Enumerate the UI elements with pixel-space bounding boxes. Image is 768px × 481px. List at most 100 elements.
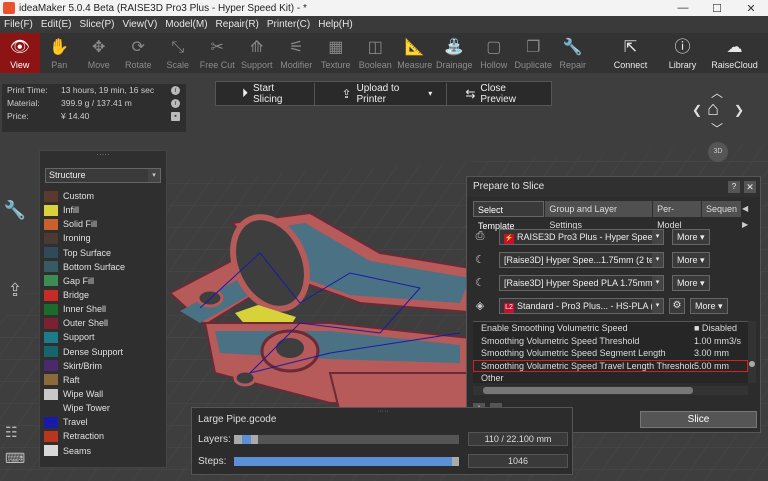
legend-item[interactable]: Ironing (40, 231, 166, 245)
legend-item[interactable]: Dense Support (40, 345, 166, 359)
legend-item[interactable]: Retraction (40, 429, 166, 443)
horizontal-scrollbar[interactable] (473, 386, 748, 395)
arrow-left-icon[interactable]: ❮ (692, 103, 702, 117)
menu-repair[interactable]: Repair(R) (212, 19, 263, 30)
tool-connect[interactable]: ⇱ Connect (605, 33, 657, 73)
legend-item[interactable]: Bottom Surface (40, 260, 166, 274)
layers-slider-start-handle[interactable] (234, 435, 242, 444)
filament1-select[interactable]: [Raise3D] Hyper Spee...1.75mm (2 templat… (499, 251, 664, 268)
setting-value[interactable]: 1.00 mm3/s (694, 335, 741, 348)
legend-item[interactable]: Top Surface (40, 246, 166, 260)
help-button[interactable]: ? (728, 181, 740, 193)
menu-edit[interactable]: Edit(E) (37, 19, 76, 30)
tool-raisecloud[interactable]: ☁ RaiseCloud (709, 33, 761, 73)
setting-row[interactable]: Smoothing Volumetric Speed Threshold 1.00… (473, 335, 748, 348)
menu-model[interactable]: Model(M) (161, 19, 211, 30)
tool-repair[interactable]: 🔧 Repair (553, 33, 593, 73)
legend-item[interactable]: Support (40, 330, 166, 344)
steps-value[interactable]: 1046 (468, 454, 568, 468)
minimize-button[interactable]: — (666, 2, 700, 14)
tab-sequence[interactable]: Sequen (701, 201, 742, 217)
tool-view[interactable]: 👁 View (0, 33, 40, 73)
layers-slider-end-handle[interactable] (251, 435, 258, 444)
checklist-icon[interactable]: ☷ (5, 424, 18, 441)
template-select[interactable]: L2Standard - Pro3 Plus... - HS-PLA (not … (499, 297, 664, 314)
legend-item[interactable]: Raft (40, 373, 166, 387)
menu-slice[interactable]: Slice(P) (75, 19, 118, 30)
tool-move[interactable]: ✥ Move (79, 33, 119, 73)
scrollbar-thumb[interactable] (483, 387, 693, 394)
info-icon[interactable]: i (171, 86, 180, 95)
legend-item[interactable]: Skirt/Brim (40, 359, 166, 373)
legend-item[interactable]: Bridge (40, 288, 166, 302)
maximize-button[interactable]: ☐ (700, 2, 734, 15)
tool-boolean[interactable]: ◫ Boolean (356, 33, 396, 73)
legend-item[interactable]: Inner Shell (40, 302, 166, 316)
tool-support[interactable]: ⟰ Support (237, 33, 277, 73)
tool-drainage[interactable]: ⛲ Drainage (435, 33, 475, 73)
legend-item[interactable]: Infill (40, 203, 166, 217)
layers-slider[interactable] (234, 435, 459, 444)
tool-hollow[interactable]: ▢ Hollow (474, 33, 514, 73)
tool-library[interactable]: ⓘ Library (657, 33, 709, 73)
scrollbar-thumb[interactable] (749, 361, 755, 367)
tool-scale[interactable]: ⤡ Scale (158, 33, 198, 73)
settings-scrollbar[interactable] (748, 321, 756, 383)
legend-item[interactable]: Solid Fill (40, 217, 166, 231)
tool-measure[interactable]: 📐 Measure (395, 33, 435, 73)
printer-more-button[interactable]: More ▾ (672, 228, 710, 245)
close-window-button[interactable]: ✕ (734, 2, 768, 15)
start-slicing-button[interactable]: ⏵ Start Slicing (216, 83, 314, 105)
tool-texture[interactable]: ▦ Texture (316, 33, 356, 73)
menu-view[interactable]: View(V) (118, 19, 161, 30)
share-icon[interactable]: ⇪ (0, 280, 30, 360)
menu-file[interactable]: File(F) (0, 19, 37, 30)
close-preview-button[interactable]: ⇆ Close Preview (446, 82, 551, 105)
filament2-select[interactable]: [Raise3D] Hyper Speed PLA 1.75mm ▾ (499, 274, 664, 291)
save-icon[interactable]: ▪ (171, 112, 180, 121)
slice-button[interactable]: Slice (640, 411, 757, 428)
drag-handle[interactable]: ····· (377, 408, 389, 415)
filament1-more-button[interactable]: More ▾ (672, 251, 710, 268)
home-icon[interactable]: ⌂ (707, 98, 719, 121)
arrow-down-icon[interactable]: ﹀ (711, 120, 723, 137)
setting-value[interactable]: 5.00 mm (694, 360, 729, 373)
legend-item[interactable]: Wipe Tower (40, 401, 166, 415)
wrench-icon[interactable]: 🔧 (0, 200, 30, 280)
tool-rotate[interactable]: ⟳ Rotate (119, 33, 159, 73)
upload-to-printer-button[interactable]: ⇪ Upload to Printer ▾ (314, 82, 446, 105)
layers-value[interactable]: 110 / 22.100 mm (468, 432, 568, 446)
menu-help[interactable]: Help(H) (314, 19, 356, 30)
gear-icon[interactable]: ⚙ (669, 297, 685, 314)
info-icon[interactable]: i (171, 99, 180, 108)
steps-slider[interactable] (234, 457, 459, 466)
drag-handle[interactable]: ····· (40, 151, 166, 161)
setting-row[interactable]: Smoothing Volumetric Speed Travel Length… (473, 359, 748, 373)
legend-item[interactable]: Outer Shell (40, 316, 166, 330)
tab-scroll-arrows[interactable]: ◀ ▶ (742, 201, 756, 229)
tab-group-layer-settings[interactable]: Group and Layer Settings (545, 201, 653, 230)
setting-value[interactable]: ■ Disabled (694, 322, 737, 335)
tool-pan[interactable]: ✋ Pan (40, 33, 80, 73)
legend-type-select[interactable]: Structure ▾ (45, 168, 161, 183)
tab-select-template[interactable]: Select Template (473, 201, 545, 231)
filament2-more-button[interactable]: More ▾ (672, 274, 710, 291)
legend-item[interactable]: Seams (40, 444, 166, 458)
setting-row[interactable]: Other (473, 372, 748, 383)
printer-select[interactable]: ⚡ RAISE3D Pro3 Plus - Hyper Speed Kit ▾ (499, 228, 664, 245)
arrow-right-icon[interactable]: ❯ (734, 103, 744, 117)
setting-row[interactable]: Enable Smoothing Volumetric Speed ■ Disab… (473, 322, 748, 335)
template-more-button[interactable]: More ▾ (690, 297, 728, 314)
setting-row[interactable]: Smoothing Volumetric Speed Segment Lengt… (473, 347, 748, 360)
legend-item[interactable]: Wipe Wall (40, 387, 166, 401)
menu-printer[interactable]: Printer(C) (263, 19, 314, 30)
tool-free-cut[interactable]: ✂ Free Cut (198, 33, 238, 73)
legend-item[interactable]: Travel (40, 415, 166, 429)
close-dialog-button[interactable]: ✕ (744, 181, 756, 193)
legend-item[interactable]: Gap Fill (40, 274, 166, 288)
setting-value[interactable]: 3.00 mm (694, 347, 729, 360)
legend-item[interactable]: Custom (40, 189, 166, 203)
keyboard-icon[interactable]: ⌨ (5, 450, 25, 467)
3d-view-icon[interactable]: 3D (708, 142, 728, 162)
tool-modifier[interactable]: ⚟ Modifier (277, 33, 317, 73)
